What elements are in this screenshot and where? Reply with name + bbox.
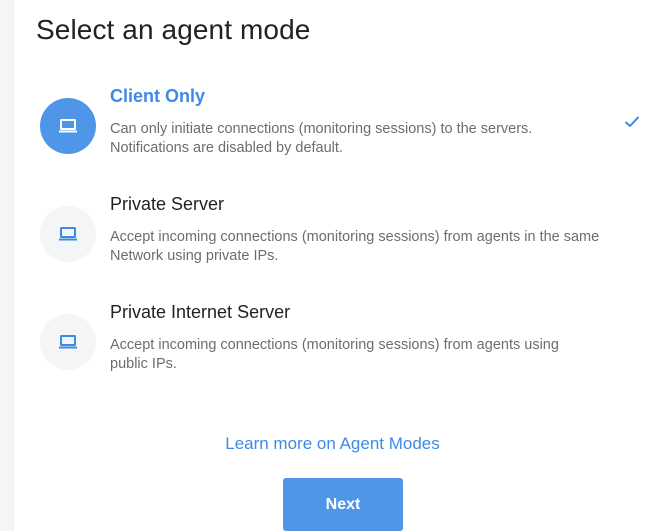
laptop-icon — [59, 227, 77, 241]
laptop-icon — [59, 335, 77, 349]
mode-icon-private-server — [40, 206, 96, 262]
agent-mode-list: Client Only Can only initiate connection… — [40, 86, 650, 410]
mode-name: Client Only — [110, 86, 206, 106]
mode-option-client-only[interactable]: Client Only Can only initiate connection… — [40, 86, 650, 194]
mode-description: Accept incoming connections (monitoring … — [110, 229, 600, 264]
mode-option-private-server[interactable]: Private Server Accept incoming connectio… — [40, 194, 650, 302]
checkmark-icon — [625, 116, 639, 127]
mode-name: Private Internet Server — [110, 302, 291, 322]
mode-option-private-internet-server[interactable]: Private Internet Server Accept incoming … — [40, 302, 650, 410]
laptop-icon — [59, 119, 77, 133]
mode-name: Private Server — [110, 194, 225, 214]
next-button[interactable]: Next — [283, 478, 403, 531]
mode-description: Can only initiate connections (monitorin… — [110, 121, 533, 156]
page-title: Select an agent mode — [36, 14, 311, 45]
learn-more-link[interactable]: Learn more on Agent Modes — [225, 434, 440, 453]
learn-more-container: Learn more on Agent Modes — [0, 434, 665, 454]
mode-icon-client-only — [40, 98, 96, 154]
mode-description: Accept incoming connections (monitoring … — [110, 337, 559, 372]
mode-icon-private-internet-server — [40, 314, 96, 370]
